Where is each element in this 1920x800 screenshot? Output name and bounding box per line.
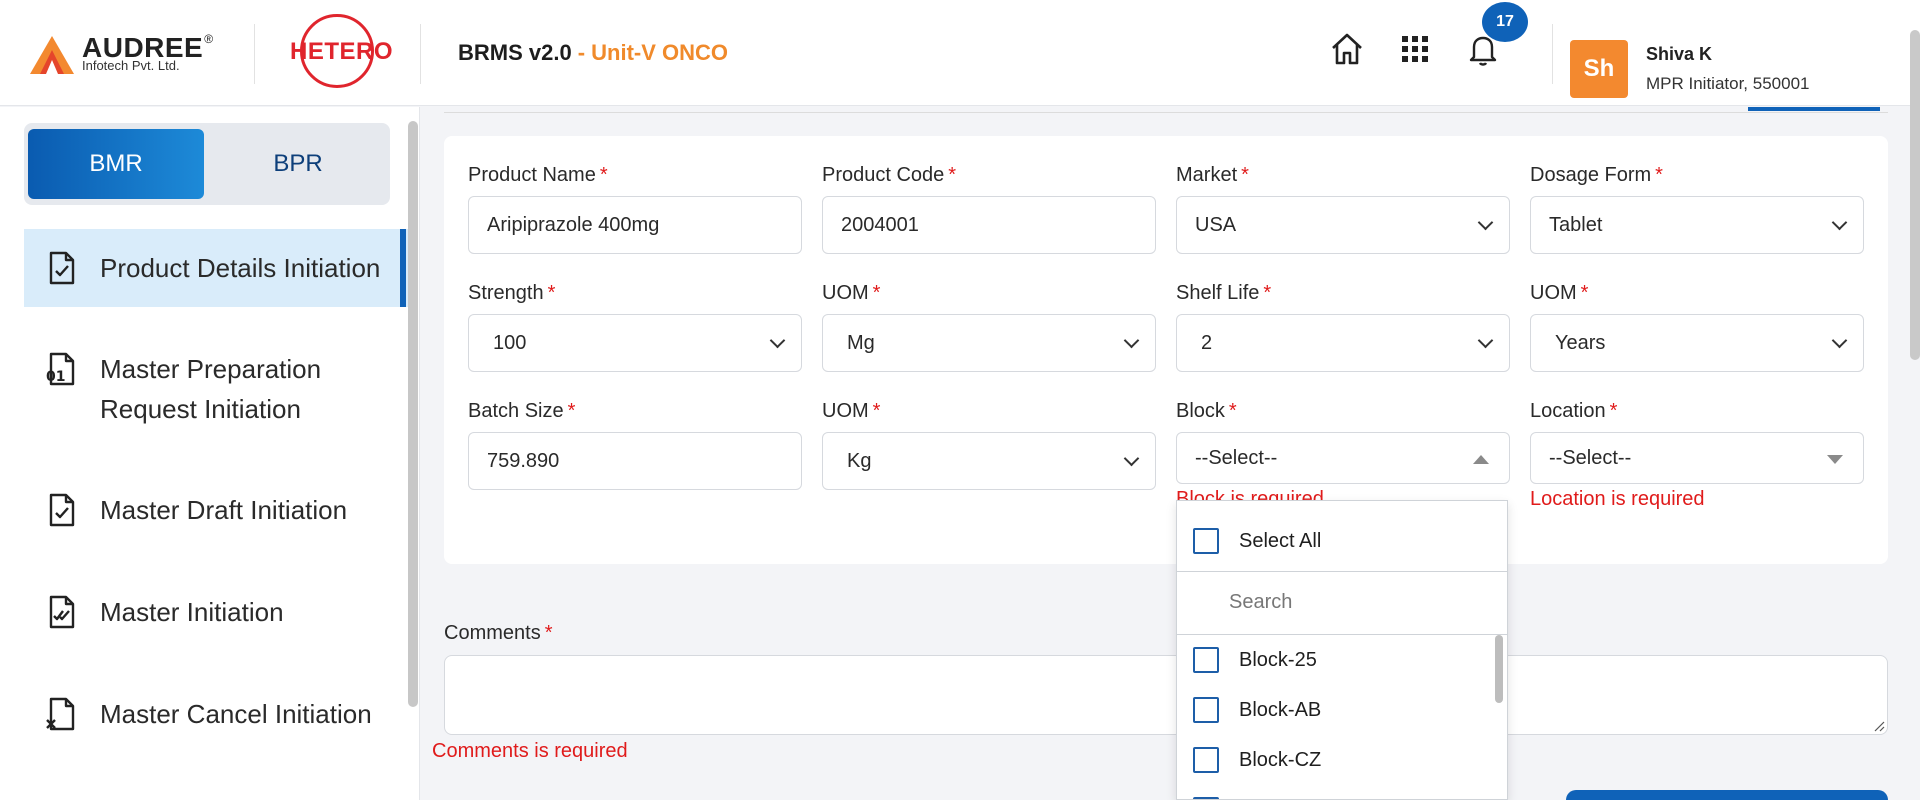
block-dropdown-panel: Select All Search Block-25 Block-AB Bloc… bbox=[1176, 500, 1508, 800]
file-binary-icon: 01 bbox=[46, 352, 75, 386]
unit-name: - Unit-V ONCO bbox=[577, 40, 729, 65]
comments-error: Comments is required bbox=[432, 740, 628, 762]
main-scrollbar[interactable] bbox=[1910, 30, 1920, 360]
batch-size-input[interactable]: 759.890 bbox=[468, 432, 802, 490]
checkbox[interactable] bbox=[1193, 697, 1219, 723]
checkbox[interactable] bbox=[1193, 528, 1219, 554]
file-x-icon bbox=[46, 697, 75, 731]
batch-size-label: Batch Size * bbox=[468, 400, 576, 422]
dropdown-scrollbar[interactable] bbox=[1495, 635, 1503, 703]
batch-uom-label: UOM * bbox=[822, 400, 881, 422]
dropdown-option[interactable]: Block-25 bbox=[1177, 635, 1507, 685]
product-name-label: Product Name * bbox=[468, 164, 608, 186]
product-code-input[interactable]: 2004001 bbox=[822, 196, 1156, 254]
avatar[interactable]: Sh bbox=[1570, 40, 1628, 98]
sidebar-item-master-initiation[interactable]: Master Initiation bbox=[24, 592, 408, 632]
top-header: AUDREE® Infotech Pvt. Ltd. HETERO BRMS v… bbox=[0, 0, 1920, 106]
shelf-life-uom-label: UOM * bbox=[1530, 282, 1589, 304]
shelf-life-label: Shelf Life * bbox=[1176, 282, 1272, 304]
audree-logo-subtitle: Infotech Pvt. Ltd. bbox=[82, 58, 180, 73]
location-label: Location * bbox=[1530, 400, 1618, 422]
select-all-label: Select All bbox=[1239, 529, 1322, 552]
home-icon[interactable] bbox=[1328, 30, 1366, 68]
sidebar-active-indicator bbox=[400, 229, 406, 307]
sidebar-item-label: Product Details Initiation bbox=[100, 253, 381, 283]
comments-label: Comments * bbox=[444, 622, 553, 644]
location-multiselect[interactable]: --Select-- bbox=[1530, 432, 1864, 484]
checkbox[interactable] bbox=[1193, 747, 1219, 773]
apps-grid-icon[interactable] bbox=[1396, 30, 1434, 68]
app-name: BRMS v2.0 bbox=[458, 40, 572, 65]
sidebar-item-label: Master Preparation Request Initiation bbox=[100, 354, 322, 424]
sidebar-item-label: Master Initiation bbox=[100, 597, 284, 627]
tab-bpr[interactable]: BPR bbox=[210, 129, 386, 199]
strength-label: Strength * bbox=[468, 282, 556, 304]
option-label: Block-25 bbox=[1239, 648, 1317, 671]
audree-logo: AUDREE® Infotech Pvt. Ltd. bbox=[30, 28, 213, 78]
hetero-logo-text: HETERO bbox=[290, 38, 394, 65]
dosage-form-select[interactable]: Tablet bbox=[1530, 196, 1864, 254]
shelf-life-uom-select[interactable]: Years bbox=[1530, 314, 1864, 372]
dropdown-search-input[interactable]: Search bbox=[1229, 591, 1292, 614]
file-double-check-icon bbox=[49, 595, 75, 629]
section-divider bbox=[444, 112, 1888, 113]
product-code-label: Product Code * bbox=[822, 164, 957, 186]
location-multiselect-value: --Select-- bbox=[1549, 446, 1632, 469]
header-active-underline bbox=[1748, 107, 1880, 111]
caret-down-icon bbox=[1827, 455, 1843, 464]
hetero-logo: HETERO bbox=[286, 14, 394, 92]
resize-grip-icon[interactable] bbox=[1873, 720, 1885, 732]
market-label: Market * bbox=[1176, 164, 1249, 186]
app-title: BRMS v2.0- Unit-V ONCO bbox=[458, 40, 728, 66]
file-check-icon bbox=[49, 493, 75, 527]
select-all-option[interactable]: Select All bbox=[1177, 515, 1507, 567]
comments-textarea[interactable] bbox=[444, 655, 1888, 735]
header-divider bbox=[420, 24, 421, 84]
record-type-tabs: BMR BPR bbox=[24, 123, 390, 205]
sidebar-item-label: Master Draft Initiation bbox=[100, 495, 348, 525]
strength-select[interactable]: 100 bbox=[468, 314, 802, 372]
dropdown-option-partial[interactable] bbox=[1177, 785, 1507, 799]
location-error: Location is required bbox=[1530, 488, 1705, 510]
header-divider bbox=[254, 24, 255, 84]
shelf-life-select[interactable]: 2 bbox=[1176, 314, 1510, 372]
submit-button[interactable] bbox=[1566, 790, 1888, 800]
sidebar: BMR BPR Product Details Initiation 01 Ma… bbox=[0, 107, 420, 800]
batch-uom-select[interactable]: Kg bbox=[822, 432, 1156, 490]
dropdown-option[interactable]: Block-AB bbox=[1177, 685, 1507, 735]
strength-uom-label: UOM * bbox=[822, 282, 881, 304]
dropdown-divider bbox=[1177, 571, 1507, 572]
user-name: Shiva K bbox=[1646, 44, 1713, 64]
audree-triangle-icon bbox=[30, 36, 74, 74]
option-label: Block-CZ bbox=[1239, 748, 1322, 771]
block-multiselect[interactable]: --Select-- bbox=[1176, 432, 1510, 484]
sidebar-item-master-draft-initiation[interactable]: Master Draft Initiation bbox=[24, 490, 408, 530]
tab-bmr[interactable]: BMR bbox=[28, 129, 204, 199]
block-label: Block * bbox=[1176, 400, 1237, 422]
sidebar-item-label: Master Cancel Initiation bbox=[100, 699, 372, 729]
product-name-input[interactable]: Aripiprazole 400mg bbox=[468, 196, 802, 254]
file-check-icon bbox=[49, 251, 75, 285]
option-label: Block-AB bbox=[1239, 698, 1322, 721]
sidebar-scrollbar[interactable] bbox=[408, 121, 418, 707]
caret-up-icon bbox=[1473, 455, 1489, 464]
strength-uom-select[interactable]: Mg bbox=[822, 314, 1156, 372]
dropdown-option[interactable]: Block-CZ bbox=[1177, 735, 1507, 785]
sidebar-item-master-preparation-request-initiation[interactable]: 01 Master Preparation Request Initiation bbox=[24, 349, 408, 437]
header-divider bbox=[1552, 24, 1553, 84]
product-details-card: Product Name * Aripiprazole 400mg Product… bbox=[444, 136, 1888, 564]
market-select[interactable]: USA bbox=[1176, 196, 1510, 254]
block-multiselect-value: --Select-- bbox=[1195, 446, 1278, 469]
notification-badge[interactable]: 17 bbox=[1482, 2, 1528, 42]
dosage-form-label: Dosage Form * bbox=[1530, 164, 1663, 186]
user-role: MPR Initiator, 550001 bbox=[1646, 74, 1810, 93]
sidebar-item-product-details-initiation[interactable]: Product Details Initiation bbox=[24, 229, 408, 307]
checkbox[interactable] bbox=[1193, 647, 1219, 673]
svg-text:01: 01 bbox=[46, 369, 65, 385]
sidebar-item-master-cancel-initiation[interactable]: Master Cancel Initiation bbox=[24, 694, 408, 734]
